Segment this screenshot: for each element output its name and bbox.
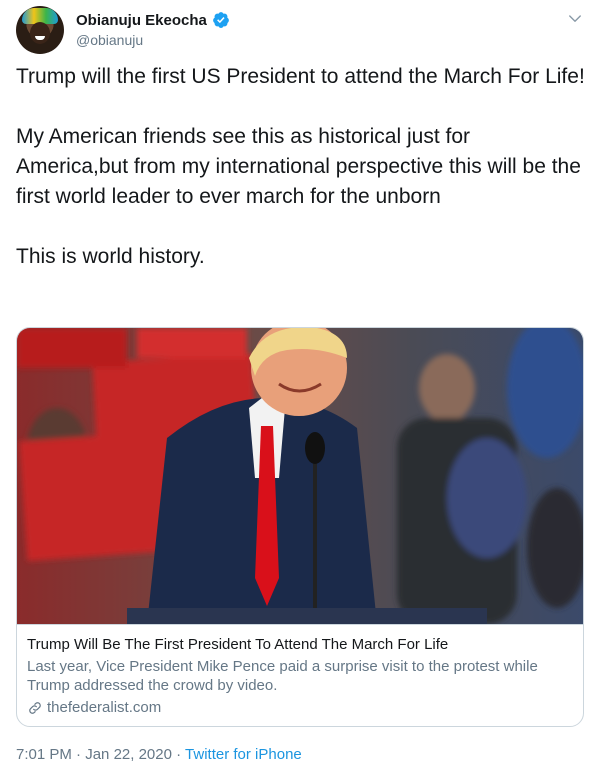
tweet-time[interactable]: 7:01 PM bbox=[16, 746, 72, 763]
verified-badge-icon bbox=[212, 12, 229, 28]
card-domain-text[interactable]: thefederalist.com bbox=[47, 698, 161, 718]
link-preview-card[interactable]: Trump Will Be The First President To Att… bbox=[16, 327, 584, 727]
card-domain[interactable]: thefederalist.com bbox=[27, 698, 573, 718]
tweet-text: Trump will the first US President to att… bbox=[16, 62, 586, 272]
photo-of-speaker-at-podium-icon bbox=[17, 328, 583, 624]
tweet-date[interactable]: Jan 22, 2020 bbox=[85, 746, 172, 763]
author-name[interactable]: Obianuju Ekeocha bbox=[76, 12, 207, 29]
author-name-row: Obianuju Ekeocha bbox=[76, 11, 230, 29]
meta-separator: · bbox=[76, 746, 82, 763]
link-icon bbox=[29, 702, 41, 714]
tweet-paragraph: Trump will the first US President to att… bbox=[16, 65, 585, 88]
author-avatar[interactable] bbox=[16, 6, 64, 54]
card-description: Last year, Vice President Mike Pence pai… bbox=[27, 658, 538, 694]
tweet-paragraph: My American friends see this as historic… bbox=[16, 125, 581, 208]
tweet-source-link[interactable]: Twitter for iPhone bbox=[185, 746, 302, 763]
tweet-paragraph: This is world history. bbox=[16, 245, 205, 268]
tweet-header: Obianuju Ekeocha @obianuju bbox=[16, 6, 584, 54]
card-title[interactable]: Trump Will Be The First President To Att… bbox=[27, 635, 573, 655]
chevron-down-icon[interactable] bbox=[566, 10, 584, 28]
tweet-meta: 7:01 PM · Jan 22, 2020 · Twitter for iPh… bbox=[16, 746, 302, 763]
author-handle[interactable]: @obianuju bbox=[76, 32, 143, 48]
card-image[interactable] bbox=[17, 328, 583, 624]
card-body[interactable]: Trump Will Be The First President To Att… bbox=[17, 624, 583, 726]
avatar-face bbox=[30, 22, 50, 44]
meta-separator: · bbox=[176, 746, 182, 763]
